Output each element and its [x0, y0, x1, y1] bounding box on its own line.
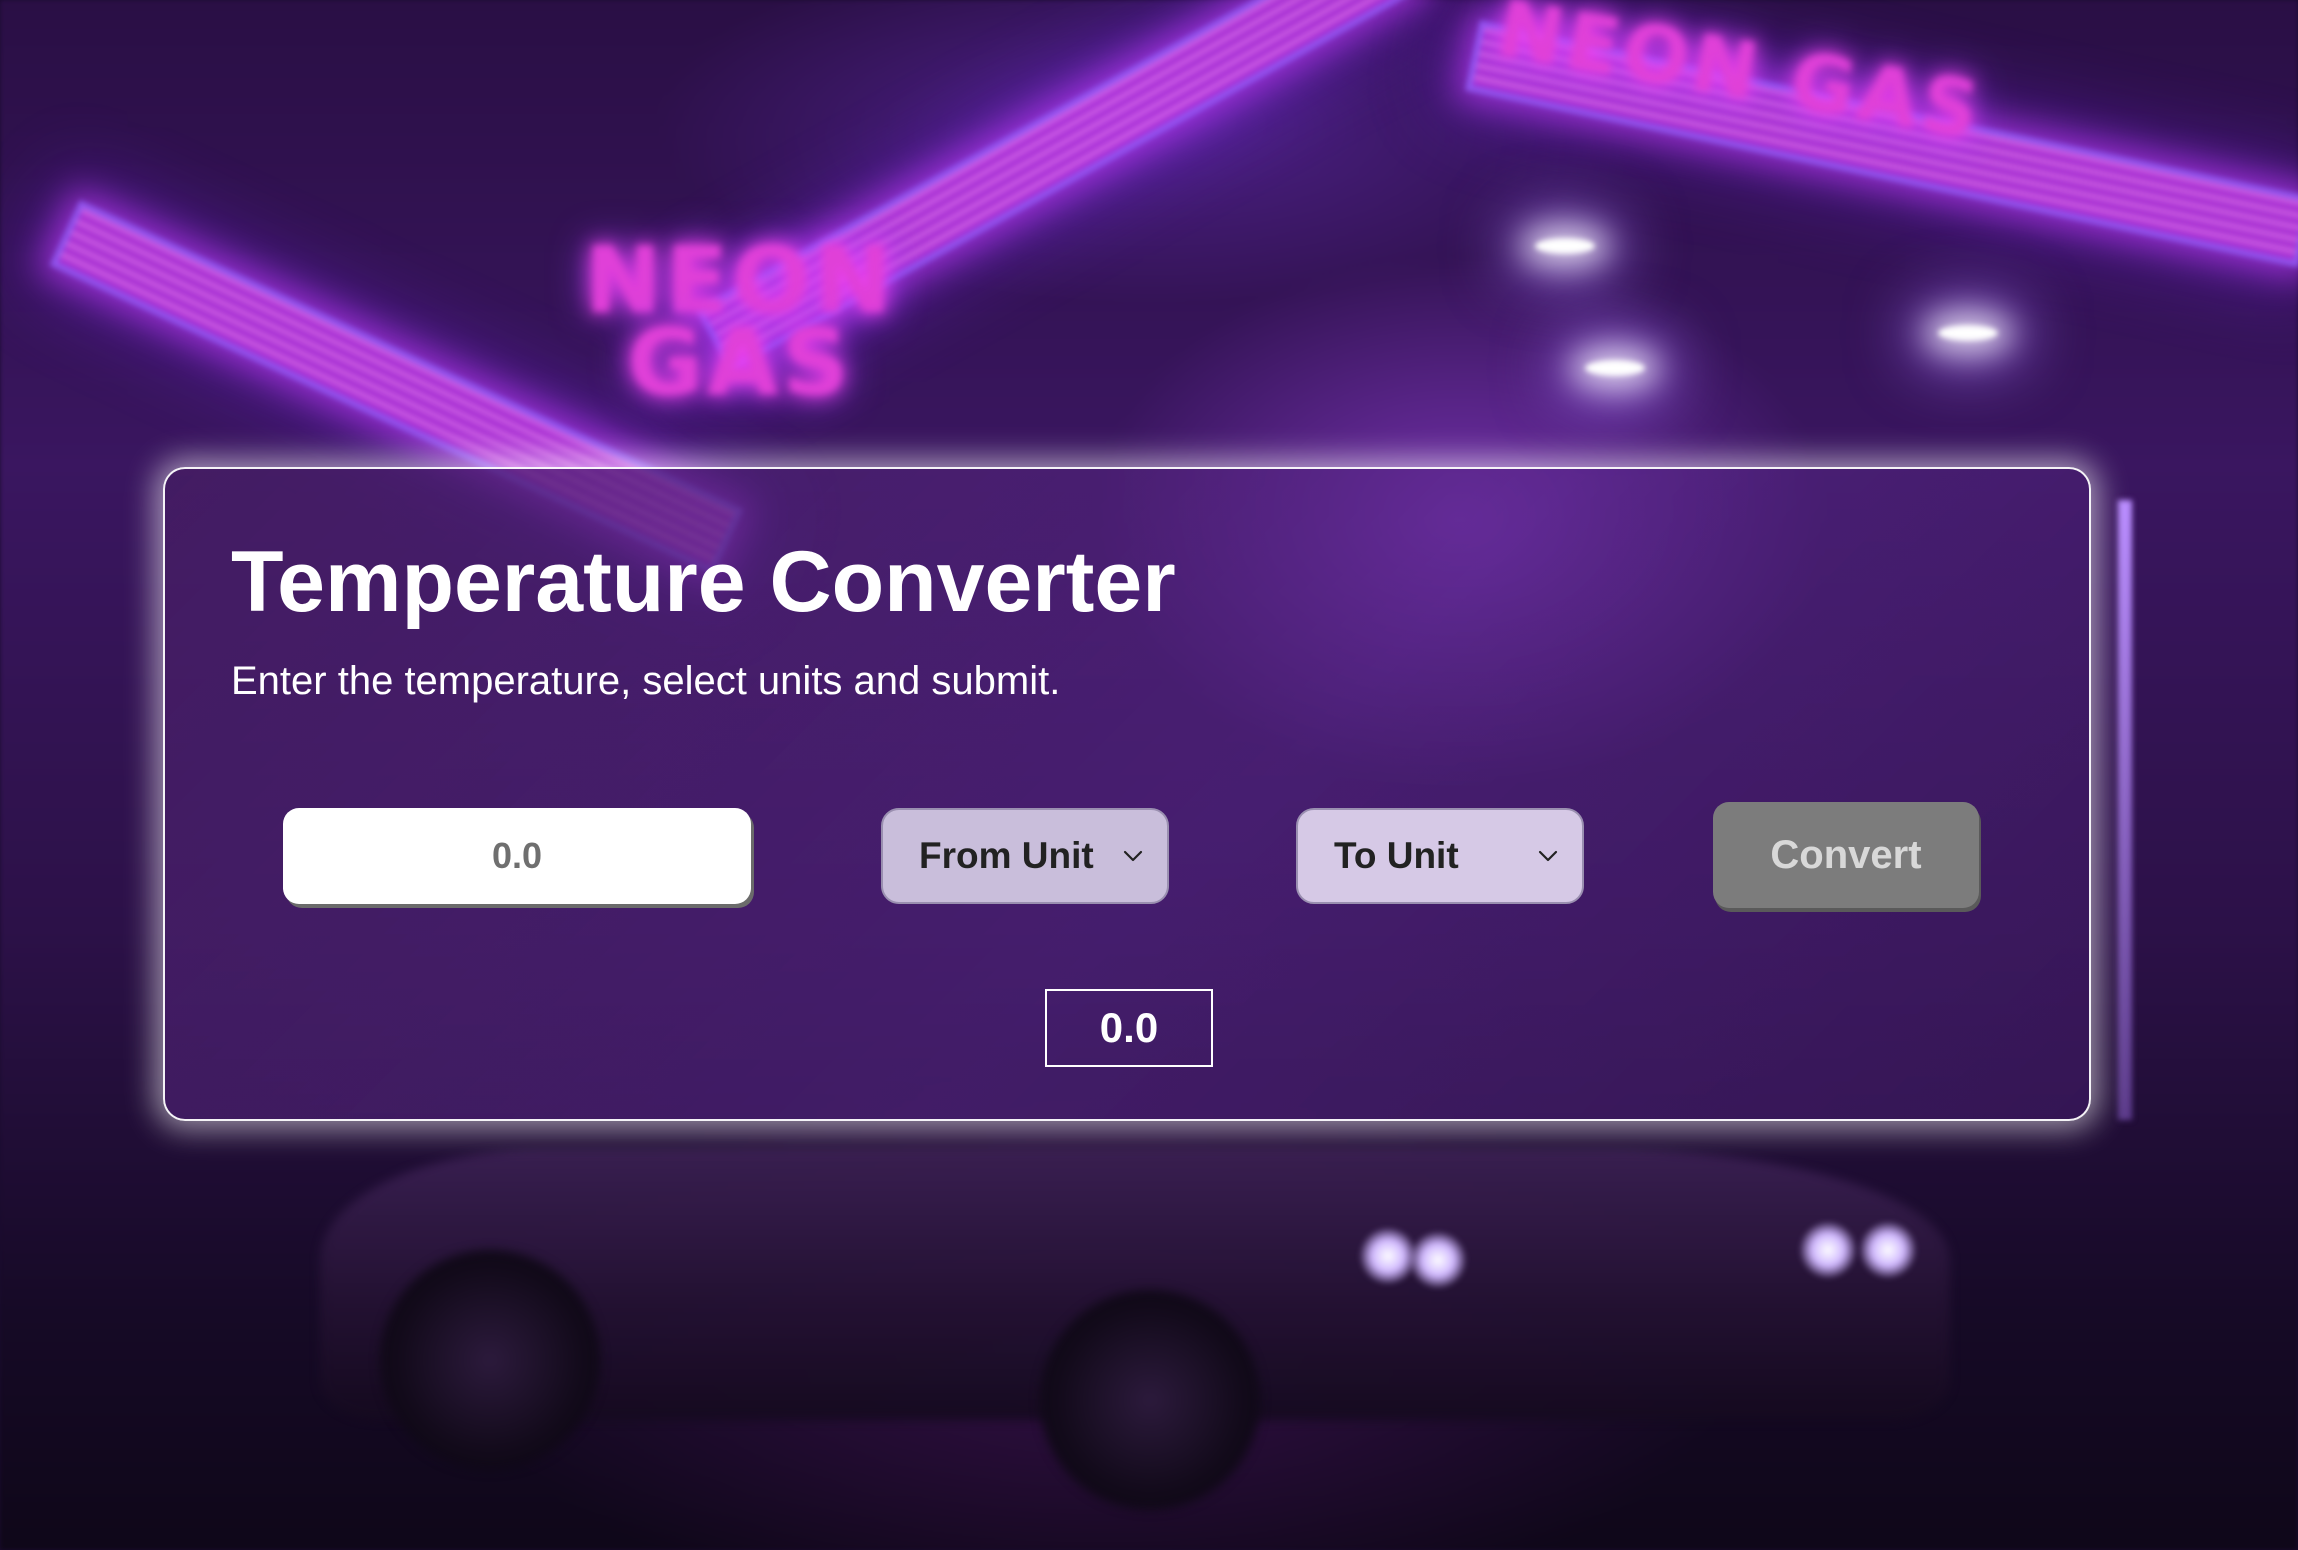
car-wheel	[380, 1250, 600, 1470]
car-headlight	[1360, 1228, 1416, 1284]
from-unit-select[interactable]: From Unit	[881, 808, 1169, 904]
chevron-down-icon	[1123, 850, 1143, 862]
car-headlight	[1410, 1232, 1466, 1288]
canopy-light	[1585, 360, 1645, 376]
to-unit-select[interactable]: To Unit	[1296, 808, 1584, 904]
to-unit-label: To Unit	[1334, 835, 1459, 876]
page-subtitle: Enter the temperature, select units and …	[231, 659, 1061, 703]
car-wheel	[1040, 1290, 1260, 1510]
from-unit-label: From Unit	[919, 835, 1094, 876]
car-headlight	[1860, 1222, 1916, 1278]
neon-gas-sign: NEON GAS	[584, 227, 896, 416]
canopy-light	[1535, 238, 1595, 254]
result-display: 0.0	[1045, 989, 1213, 1067]
car-headlight	[1800, 1222, 1856, 1278]
convert-button[interactable]: Convert	[1713, 802, 1979, 908]
page-title: Temperature Converter	[231, 534, 1176, 630]
canopy-light	[1938, 325, 1998, 341]
chevron-down-icon	[1538, 850, 1558, 862]
lamp-post	[2118, 500, 2132, 1120]
temperature-input[interactable]	[283, 808, 751, 904]
converter-panel: Temperature Converter Enter the temperat…	[163, 467, 2091, 1121]
